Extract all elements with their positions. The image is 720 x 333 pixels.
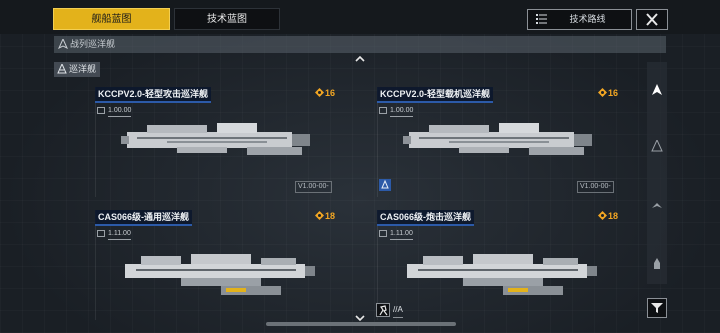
level-icon — [379, 107, 387, 114]
category-cruiser[interactable]: 巡洋舰 — [54, 62, 100, 77]
ship-image — [407, 254, 597, 295]
level-value: 1.00.00 — [108, 106, 132, 117]
chevron-down-icon[interactable] — [355, 315, 365, 322]
close-icon — [646, 13, 658, 26]
ship-image — [121, 123, 310, 155]
ship-image — [125, 254, 315, 295]
battlecruiser-icon — [58, 39, 68, 49]
destroyer-category-icon[interactable] — [651, 140, 663, 152]
breadcrumb-label: 战列巡洋舰 — [70, 39, 116, 49]
ship-level: 1.00.00 — [97, 106, 135, 117]
cost-value: 16 — [608, 88, 619, 98]
version-label: V1.00-00- — [577, 181, 614, 193]
cost-value: 18 — [325, 211, 336, 221]
cost-value: 18 — [608, 211, 619, 221]
close-button[interactable] — [636, 9, 668, 30]
cruiser-category-icon[interactable] — [651, 84, 663, 96]
level-icon — [97, 230, 105, 237]
ship-card[interactable]: KCCPV2.0-轻型载机巡洋舰 16 1.00.00 V1.00-00- — [377, 87, 625, 197]
ship-card[interactable]: KCCPV2.0-轻型攻击巡洋舰 16 1.00.00 V1.00-00- — [95, 87, 343, 197]
ship-image — [403, 123, 592, 155]
cost-icon — [598, 88, 607, 97]
ship-card[interactable]: CAS066级-通用巡洋舰 18 1.11.00 — [95, 210, 343, 320]
level-value: 1.11.00 — [390, 229, 413, 240]
horizontal-scrollbar[interactable] — [266, 322, 456, 326]
class-tag-label: //A — [393, 303, 403, 318]
tab-tech-blueprint[interactable]: 技术蓝图 — [174, 8, 280, 30]
tab-ship-blueprint[interactable]: 舰船蓝图 — [53, 8, 170, 30]
ship-card[interactable]: CAS066级-炮击巡洋舰 18 1.11.00 — [377, 210, 625, 320]
cost-value: 16 — [325, 88, 336, 98]
filter-button[interactable] — [647, 298, 667, 318]
fighter-category-icon[interactable] — [651, 258, 663, 270]
frigate-category-icon[interactable] — [651, 200, 663, 212]
level-icon — [379, 230, 387, 237]
runner-icon — [376, 303, 390, 317]
category-rail — [647, 62, 667, 284]
ship-name: CAS066级-炮击巡洋舰 — [377, 210, 475, 226]
category-label: 巡洋舰 — [69, 64, 97, 74]
level-value: 1.11.00 — [108, 229, 131, 240]
ship-name: CAS066级-通用巡洋舰 — [95, 210, 193, 226]
cruiser-icon — [57, 64, 67, 74]
breadcrumb[interactable]: 战列巡洋舰 — [54, 36, 666, 53]
ship-level: 1.00.00 — [379, 106, 417, 117]
version-label: V1.00-00- — [295, 181, 332, 193]
cost-icon — [315, 88, 324, 97]
tech-route-button[interactable]: 技术路线 — [527, 9, 632, 30]
carrier-badge-icon — [379, 179, 391, 191]
ship-name: KCCPV2.0-轻型攻击巡洋舰 — [95, 87, 212, 103]
chevron-up-icon[interactable] — [355, 55, 365, 62]
level-icon — [97, 107, 105, 114]
level-value: 1.00.00 — [390, 106, 414, 117]
ship-name: KCCPV2.0-轻型载机巡洋舰 — [377, 87, 494, 103]
filter-icon — [651, 303, 663, 313]
ship-level: 1.11.00 — [97, 229, 135, 240]
cost-icon — [598, 211, 607, 220]
ship-level: 1.11.00 — [379, 229, 417, 240]
cost-icon — [315, 211, 324, 220]
class-tag: //A — [376, 303, 414, 318]
tech-route-label: 技术路线 — [569, 14, 606, 24]
